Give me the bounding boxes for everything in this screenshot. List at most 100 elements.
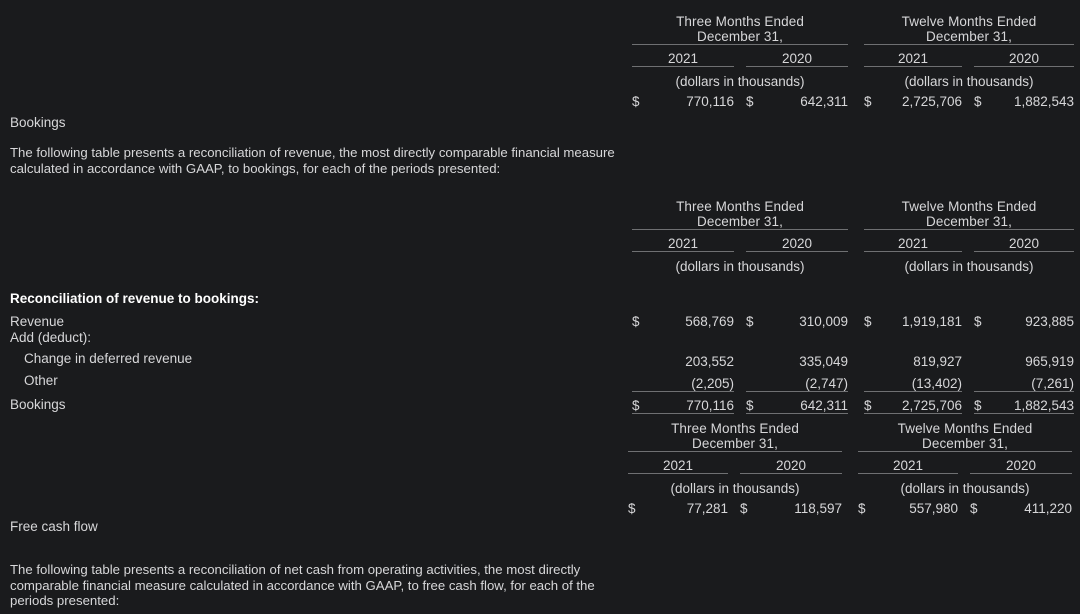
revenue-to-bookings-table: Three Months Ended Twelve Months Ended D… bbox=[632, 199, 1074, 274]
other-value-3: (7,261) bbox=[974, 369, 1074, 392]
spacer bbox=[728, 496, 740, 516]
change-deferred-value-0: 203,552 bbox=[685, 354, 734, 369]
revenue-value-1: 310,009 bbox=[799, 314, 848, 329]
currency-symbol: $ bbox=[746, 397, 754, 413]
spacer bbox=[962, 369, 974, 391]
spacer bbox=[734, 329, 746, 347]
fcf-value-2: 557,980 bbox=[909, 500, 958, 516]
table3-year-2: 2021 bbox=[858, 451, 958, 474]
spacer bbox=[962, 230, 974, 252]
currency-symbol: $ bbox=[864, 314, 872, 329]
spacer bbox=[848, 391, 864, 413]
change-deferred-value-3: 965,919 bbox=[1025, 354, 1074, 369]
spacer bbox=[848, 45, 864, 67]
spacer bbox=[958, 452, 970, 474]
fcf-cell-0: $ 77,281 bbox=[628, 496, 728, 516]
spacer bbox=[848, 89, 864, 109]
currency-symbol: $ bbox=[974, 397, 982, 413]
fcf-cell-3: $ 411,220 bbox=[970, 496, 1072, 516]
table3-year-row: 2021 2020 2021 2020 bbox=[628, 451, 1072, 474]
spacer bbox=[734, 45, 746, 67]
spacer bbox=[848, 329, 864, 347]
table2-year-0: 2021 bbox=[632, 229, 734, 252]
table1-value-2: 2,725,706 bbox=[901, 93, 962, 109]
row-label-revenue: Revenue bbox=[10, 314, 65, 329]
spacer bbox=[962, 347, 974, 369]
row-label-free-cash-flow: Free cash flow bbox=[10, 519, 98, 534]
table1-three-months-header: Three Months Ended bbox=[676, 14, 804, 29]
revenue-to-bookings-values: $ 568,769 $ 310,009 $ 1,919,181 $ 923,88… bbox=[632, 309, 1074, 414]
bookings-total-cell-3: $ 1,882,543 bbox=[974, 391, 1074, 414]
bookings-label: Bookings bbox=[10, 115, 66, 130]
table2-caption-left: (dollars in thousands) bbox=[675, 258, 805, 274]
table3-year-3: 2020 bbox=[970, 451, 1072, 474]
currency-symbol: $ bbox=[864, 93, 872, 109]
bookings-total-cell-1: $ 642,311 bbox=[746, 391, 848, 414]
spacer bbox=[734, 391, 746, 413]
spacer bbox=[734, 309, 746, 329]
spacer bbox=[962, 89, 974, 109]
table1-value-3: 1,882,543 bbox=[1013, 93, 1074, 109]
spacer bbox=[848, 347, 864, 369]
fcf-value-0: 77,281 bbox=[686, 500, 728, 516]
revenue-value-3: 923,885 bbox=[1025, 314, 1074, 329]
currency-symbol: $ bbox=[740, 500, 748, 516]
table1-cell-3: $ 1,882,543 bbox=[974, 89, 1074, 109]
currency-symbol: $ bbox=[974, 93, 982, 109]
spacer bbox=[842, 436, 858, 452]
revenue-cell-3: $ 923,885 bbox=[974, 309, 1074, 329]
revenue-value-2: 1,919,181 bbox=[901, 314, 962, 329]
spacer bbox=[734, 347, 746, 369]
table2-year-1: 2020 bbox=[746, 229, 848, 252]
table1-date-left: December 31, bbox=[632, 29, 848, 45]
table1-year-1: 2020 bbox=[746, 44, 848, 67]
revenue-cell-1: $ 310,009 bbox=[746, 309, 848, 329]
other-value-0: (2,205) bbox=[632, 369, 734, 392]
table-row-revenue: $ 568,769 $ 310,009 $ 1,919,181 $ 923,88… bbox=[632, 309, 1074, 329]
change-deferred-value-1: 335,049 bbox=[799, 354, 848, 369]
table2-header-span-row: Three Months Ended Twelve Months Ended bbox=[632, 199, 1074, 214]
currency-symbol: $ bbox=[974, 314, 982, 329]
spacer bbox=[848, 67, 864, 89]
spacer bbox=[734, 369, 746, 391]
row-label-other: Other bbox=[24, 373, 58, 388]
spacer bbox=[848, 252, 864, 274]
free-cash-flow-table: Three Months Ended Twelve Months Ended D… bbox=[628, 421, 1072, 516]
table1-header-date-row: December 31, December 31, bbox=[632, 29, 1074, 45]
table2-header-date-row: December 31, December 31, bbox=[632, 214, 1074, 230]
table2-caption-right: (dollars in thousands) bbox=[904, 258, 1034, 274]
table1-cell-2: $ 2,725,706 bbox=[864, 89, 962, 109]
table-row-add-deduct bbox=[632, 329, 1074, 347]
table2-three-months-header: Three Months Ended bbox=[676, 199, 804, 214]
spacer bbox=[962, 45, 974, 67]
fcf-value-3: 411,220 bbox=[1024, 500, 1072, 516]
table1-year-3: 2020 bbox=[974, 44, 1074, 67]
spacer bbox=[728, 452, 740, 474]
bookings-total-cell-2: $ 2,725,706 bbox=[864, 391, 962, 414]
table-row-bookings-total: $ 770,116 $ 642,311 $ 2,725,706 $ 1,882,… bbox=[632, 391, 1074, 414]
add-deduct-cell-0 bbox=[632, 329, 734, 347]
revenue-cell-0: $ 568,769 bbox=[632, 309, 734, 329]
currency-symbol: $ bbox=[632, 397, 640, 413]
table3-date-right: December 31, bbox=[858, 436, 1072, 452]
currency-symbol: $ bbox=[858, 500, 866, 516]
currency-symbol: $ bbox=[970, 500, 978, 516]
spacer bbox=[842, 452, 858, 474]
table3-caption-right: (dollars in thousands) bbox=[900, 480, 1030, 496]
revenue-cell-2: $ 1,919,181 bbox=[864, 309, 962, 329]
bookings-total-value-1: 642,311 bbox=[800, 397, 848, 413]
bookings-total-value-2: 2,725,706 bbox=[901, 397, 962, 413]
section-title-reconciliation: Reconciliation of revenue to bookings: bbox=[10, 291, 260, 306]
table1-date-right: December 31, bbox=[864, 29, 1074, 45]
table1-value-row: $ 770,116 $ 642,311 $ 2,725,706 $ 1,882,… bbox=[632, 89, 1074, 109]
table-row-change-deferred-revenue: 203,552 335,049 819,927 965,919 bbox=[632, 347, 1074, 369]
spacer bbox=[848, 199, 864, 214]
table1-value-1: 642,311 bbox=[800, 93, 848, 109]
row-label-change-deferred-revenue: Change in deferred revenue bbox=[24, 351, 193, 366]
spacer bbox=[958, 496, 970, 516]
spacer bbox=[962, 309, 974, 329]
table1-caption-left: (dollars in thousands) bbox=[675, 73, 805, 89]
table3-header-date-row: December 31, December 31, bbox=[628, 436, 1072, 452]
paragraph-reconciliation-free-cash-flow: The following table presents a reconcili… bbox=[10, 562, 595, 609]
row-label-bookings-total: Bookings bbox=[10, 397, 66, 412]
